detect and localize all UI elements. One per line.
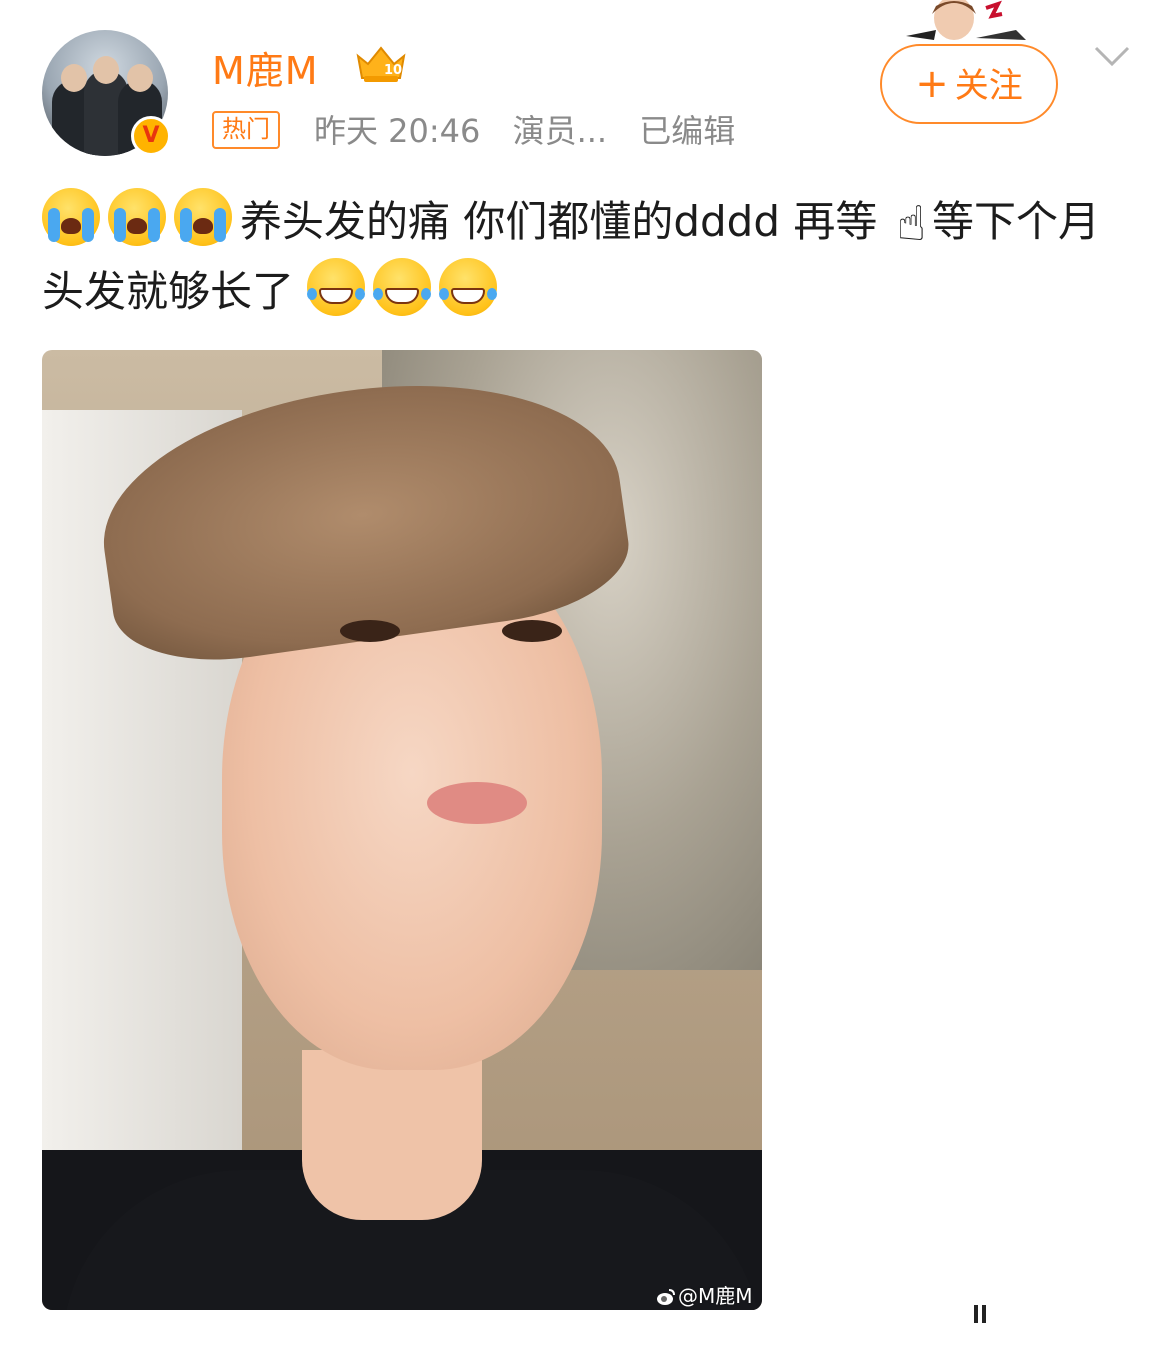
username[interactable]: M鹿M <box>212 40 319 95</box>
avatar-decoration-icon <box>906 0 1026 40</box>
edited-label[interactable]: 已编辑 <box>639 112 735 150</box>
post-meta: 昨天 20:46 演员... 已编辑 <box>314 106 757 152</box>
laugh-emoji-icon <box>373 258 432 316</box>
follow-button[interactable]: + 关注 <box>880 44 1058 124</box>
chevron-down-icon[interactable] <box>1092 40 1132 70</box>
follow-label: 关注 <box>954 66 1023 106</box>
cry-emoji-icon <box>42 188 100 246</box>
post-text-part1: 养头发的痛 你们都懂的dddd 再等 <box>240 197 878 246</box>
crown-level: 10 <box>384 63 402 78</box>
verified-icon: V <box>131 116 171 156</box>
post-photo[interactable] <box>42 350 762 1310</box>
avatar-head <box>93 56 119 84</box>
pointing-up-emoji-icon: ☝ <box>896 196 926 252</box>
laugh-emoji-icon <box>307 258 366 316</box>
post-source[interactable]: 演员... <box>513 112 608 150</box>
loading-icon <box>974 1305 986 1323</box>
plus-icon: + <box>915 61 949 107</box>
photo-watermark: @M鹿M <box>656 1280 753 1309</box>
avatar-head <box>127 64 153 92</box>
cry-emoji-icon <box>108 188 166 246</box>
laugh-emoji-icon <box>439 258 498 316</box>
post-time: 昨天 20:46 <box>314 112 481 150</box>
weibo-logo-icon <box>657 1289 675 1305</box>
cry-emoji-icon <box>174 188 232 246</box>
post-text: 养头发的痛 你们都懂的dddd 再等 ☝ 等下个月头发就够长了 <box>42 188 1132 326</box>
hot-badge: 热门 <box>212 111 280 149</box>
watermark-text: @M鹿M <box>678 1284 753 1308</box>
avatar-head <box>61 64 87 92</box>
crown-icon[interactable]: 10 <box>354 42 408 84</box>
